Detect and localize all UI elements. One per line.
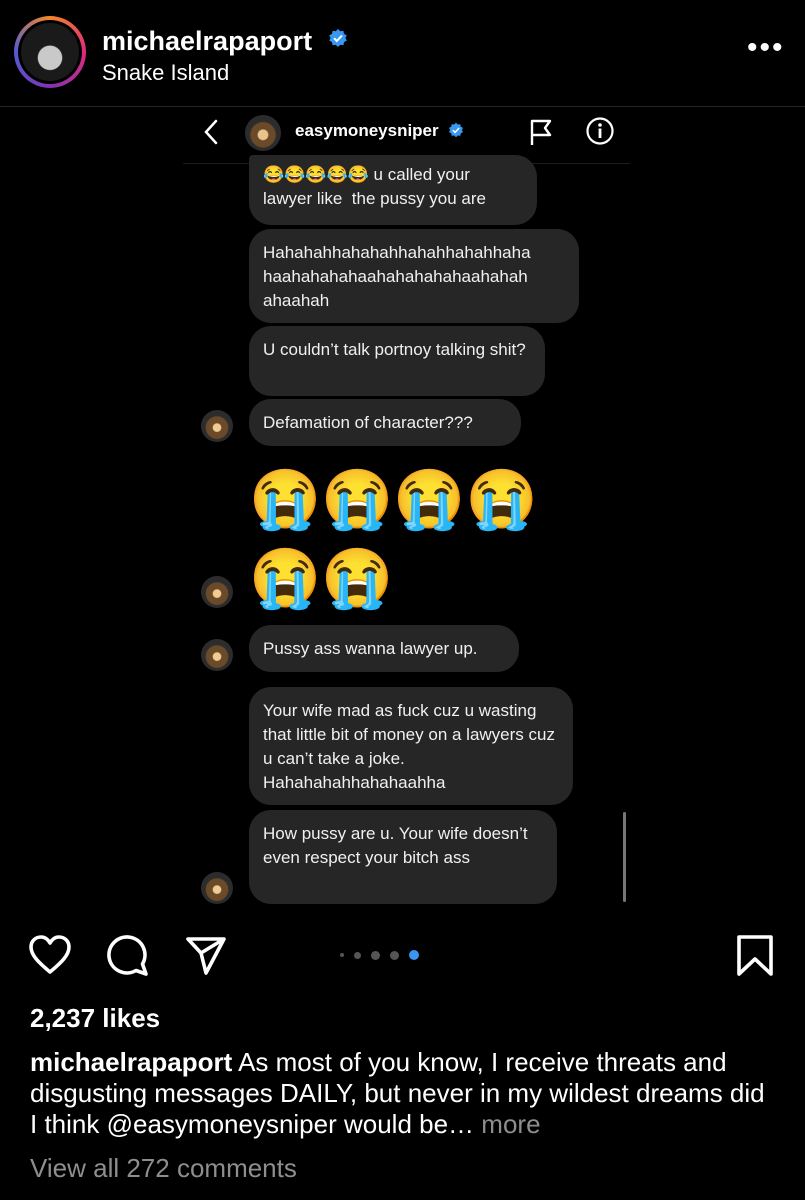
view-comments-link[interactable]: View all 272 comments xyxy=(30,1153,297,1184)
carousel-dot xyxy=(390,950,399,960)
crying-emoji-row: 😭😭😭😭 xyxy=(249,467,538,532)
dm-message: Defamation of character??? xyxy=(249,399,521,446)
dm-screenshot: easymoneysniper 😂😂😂😂😂 u called your lawy… xyxy=(183,107,630,920)
share-icon[interactable] xyxy=(184,934,228,976)
dm-message: Your wife mad as fuck cuz u wasting that… xyxy=(249,687,573,805)
heart-icon[interactable] xyxy=(28,934,72,976)
post-caption: michaelrapaport As most of you know, I r… xyxy=(30,1047,770,1140)
likes-count[interactable]: 2,237 likes xyxy=(30,1003,160,1034)
sender-avatar xyxy=(201,872,233,904)
carousel-dot xyxy=(371,950,380,960)
sender-avatar xyxy=(201,576,233,608)
back-chevron-icon xyxy=(204,119,218,145)
post-username[interactable]: michaelrapaport xyxy=(102,26,348,57)
avatar-photo xyxy=(21,23,79,81)
dm-message: How pussy are u. Your wife doesn’t even … xyxy=(249,810,557,904)
carousel-indicator xyxy=(340,949,430,961)
dm-scrollbar xyxy=(623,812,626,902)
post-header: michaelrapaport Snake Island ••• xyxy=(0,0,805,107)
verified-badge-icon xyxy=(328,29,347,47)
dm-message: 😂😂😂😂😂 u called your lawyer like the puss… xyxy=(249,155,537,225)
save-bookmark-icon[interactable] xyxy=(735,934,775,978)
crying-emoji-row: 😭😭 xyxy=(249,546,394,611)
comment-icon[interactable] xyxy=(106,934,150,976)
post-location[interactable]: Snake Island xyxy=(102,60,229,86)
more-options-icon[interactable]: ••• xyxy=(747,33,785,63)
dm-message: Pussy ass wanna lawyer up. xyxy=(249,625,519,672)
sender-avatar xyxy=(201,639,233,671)
dm-contact-name-text: easymoneysniper xyxy=(295,121,439,140)
dm-message: Hahahahhahahahhahahhahahhaha haahahahaha… xyxy=(249,229,579,323)
info-icon xyxy=(586,117,614,145)
profile-avatar[interactable] xyxy=(14,16,86,88)
caption-more-link[interactable]: more xyxy=(474,1109,540,1139)
verified-badge-icon xyxy=(449,122,464,138)
carousel-dot xyxy=(354,951,361,959)
dm-contact-avatar xyxy=(245,115,281,151)
dm-contact-name: easymoneysniper xyxy=(295,121,464,141)
sender-avatar xyxy=(201,410,233,442)
dm-message: U couldn’t talk portnoy talking shit? xyxy=(249,326,545,396)
post-username-text[interactable]: michaelrapaport xyxy=(102,26,312,56)
flag-icon xyxy=(530,119,552,145)
caption-username[interactable]: michaelrapaport xyxy=(30,1047,232,1077)
carousel-dot xyxy=(340,953,344,957)
carousel-dot-active xyxy=(409,950,419,960)
